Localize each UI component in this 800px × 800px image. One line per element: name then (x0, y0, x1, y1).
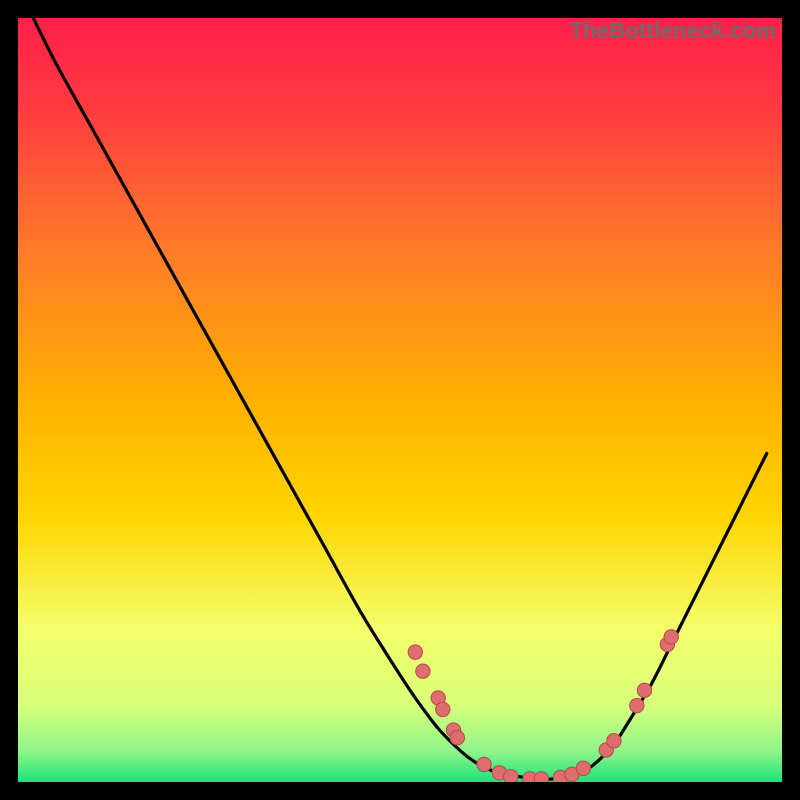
data-point (477, 757, 491, 771)
data-point (630, 698, 644, 712)
data-point (534, 772, 548, 782)
bottleneck-chart (18, 18, 782, 782)
gradient-background (18, 18, 782, 782)
data-point (408, 645, 422, 659)
data-point (450, 730, 464, 744)
data-point (576, 761, 590, 775)
data-point (664, 630, 678, 644)
watermark-text: TheBottleneck.com (570, 18, 776, 44)
data-point (416, 664, 430, 678)
data-point (504, 769, 518, 782)
data-point (436, 702, 450, 716)
data-point (607, 734, 621, 748)
chart-frame: TheBottleneck.com (18, 18, 782, 782)
data-point (637, 683, 651, 697)
